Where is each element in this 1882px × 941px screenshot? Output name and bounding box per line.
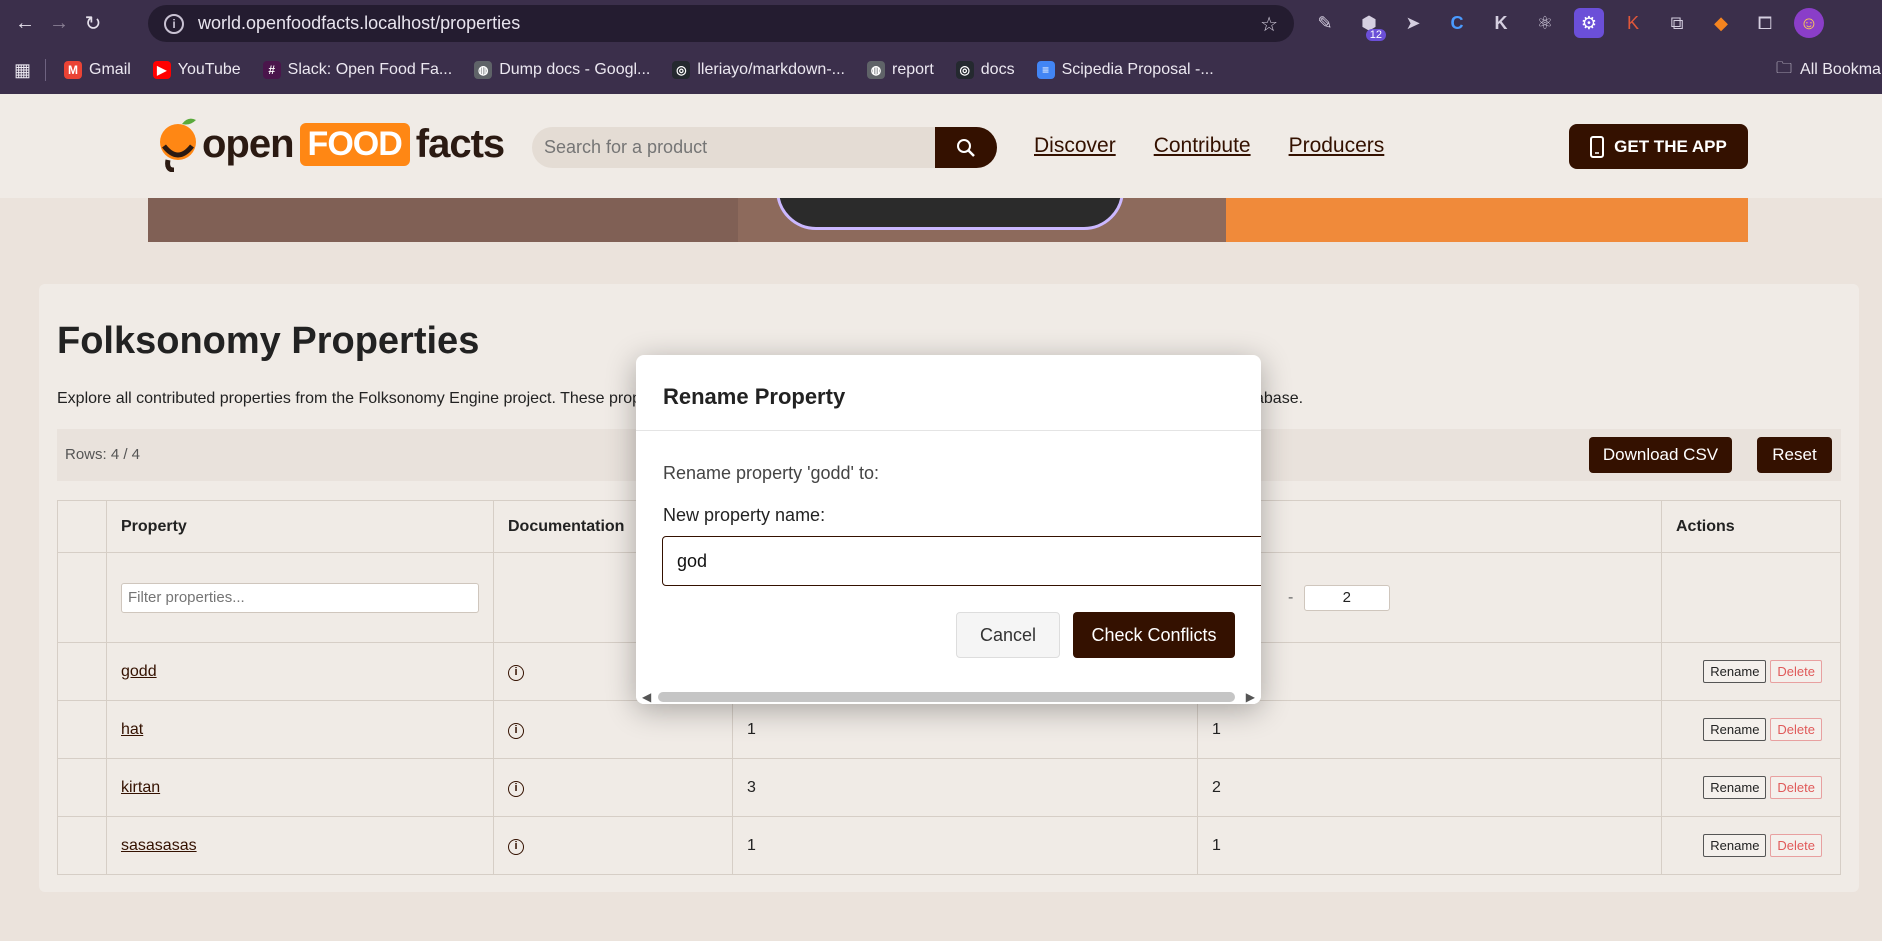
- back-arrow-icon[interactable]: ←: [8, 6, 42, 40]
- all-bookmarks-label: All Bookmarks: [1800, 61, 1882, 78]
- puzzle-extensions-icon[interactable]: ⧠: [1750, 8, 1780, 38]
- profile-avatar-icon[interactable]: ☺: [1794, 8, 1824, 38]
- gear-extension-icon[interactable]: ⚙: [1574, 8, 1604, 38]
- bookmark-favicon-icon: ◍: [866, 61, 885, 79]
- forward-arrow-icon[interactable]: →: [42, 6, 76, 40]
- scroll-left-icon[interactable]: ◀: [642, 690, 651, 704]
- all-bookmarks[interactable]: 🗀 All Bookmarks: [1776, 57, 1882, 84]
- bookmark-list: M Gmail ▶ YouTube # Slack: Open Food Fa... ◍ Du…: [64, 61, 1236, 79]
- bookmark-label: docs: [980, 61, 1015, 78]
- c-extension-icon[interactable]: C: [1442, 8, 1472, 38]
- bookmark-star-icon[interactable]: ☆: [1260, 12, 1278, 37]
- folder-icon: 🗀: [1776, 59, 1793, 77]
- bookmark-favicon-icon: ≡: [1036, 61, 1055, 79]
- bookmark-item[interactable]: ◍ Dump docs - Googl...: [474, 61, 650, 79]
- k-extension-icon[interactable]: K: [1486, 8, 1516, 38]
- browser-toolbar: ← → ↻ i world.openfoodfacts.localhost/pr…: [0, 0, 1882, 46]
- eyedropper-extension-icon[interactable]: ✎: [1310, 8, 1340, 38]
- site-info-icon[interactable]: i: [164, 13, 184, 34]
- k-red-extension-icon[interactable]: K: [1618, 8, 1648, 38]
- extensions-bar: ✎ ⬢ 12 ➤ C K ⚛ ⚙ K ⧉ ◆ ⧠ ☺: [1310, 8, 1824, 41]
- bookmark-favicon-icon: ◎: [955, 61, 974, 79]
- bookmark-favicon-icon: ◎: [672, 61, 691, 79]
- dialog-divider: [636, 430, 1261, 431]
- address-url: world.openfoodfacts.localhost/properties: [198, 13, 521, 33]
- bookmarks-bar: ▦ M Gmail ▶ YouTube # Slack: Open Food Fa... ◍…: [0, 46, 1882, 94]
- bookmark-label: Scipedia Proposal -...: [1061, 61, 1214, 78]
- bookmark-favicon-icon: M: [64, 61, 83, 79]
- bookmark-label: Dump docs - Googl...: [499, 61, 651, 78]
- bookmark-item[interactable]: ≡ Scipedia Proposal -...: [1036, 61, 1214, 79]
- apps-grid-icon[interactable]: ▦: [14, 60, 31, 81]
- bookmark-label: lleriayo/markdown-...: [697, 61, 845, 78]
- react-extension-icon[interactable]: ⚛: [1530, 8, 1560, 38]
- check-conflicts-button[interactable]: Check Conflicts: [1073, 612, 1235, 658]
- dialog-prompt: Rename property 'godd' to:: [663, 463, 879, 483]
- bookmark-item[interactable]: # Slack: Open Food Fa...: [262, 61, 453, 79]
- bookmark-item[interactable]: ◎ docs: [955, 61, 1015, 79]
- reload-icon[interactable]: ↻: [76, 6, 110, 40]
- bookmarks-divider: [45, 59, 47, 81]
- bookmark-item[interactable]: M Gmail: [64, 61, 131, 79]
- bookmark-item[interactable]: ◎ lleriayo/markdown-...: [672, 61, 845, 79]
- bookmark-item[interactable]: ◍ report: [866, 61, 934, 79]
- bookmark-label: Gmail: [89, 61, 131, 78]
- bookmark-favicon-icon: ▶: [152, 61, 171, 79]
- bookmark-favicon-icon: ◍: [474, 61, 493, 79]
- send-extension-icon[interactable]: ➤: [1398, 8, 1428, 38]
- extension-badge: 12: [1365, 29, 1386, 41]
- fox-extension-icon[interactable]: ◆: [1706, 8, 1736, 38]
- new-name-label: New property name:: [663, 505, 826, 525]
- scrollbar-thumb[interactable]: [658, 692, 1235, 702]
- address-bar[interactable]: i world.openfoodfacts.localhost/properti…: [148, 5, 1294, 42]
- cancel-button[interactable]: Cancel: [956, 612, 1060, 658]
- new-property-name-input[interactable]: [662, 536, 1261, 586]
- bookmark-label: report: [891, 61, 934, 78]
- bookmark-favicon-icon: #: [262, 61, 281, 79]
- scroll-right-icon[interactable]: ▶: [1246, 690, 1255, 704]
- bookmark-label: Slack: Open Food Fa...: [287, 61, 453, 78]
- hex-extension-icon[interactable]: ⬢ 12: [1354, 8, 1386, 41]
- rename-property-dialog: Rename Property Rename property 'godd' t…: [636, 355, 1261, 704]
- bookmark-label: YouTube: [177, 61, 241, 78]
- dialog-title: Rename Property: [663, 384, 846, 409]
- dialog-horizontal-scrollbar[interactable]: ◀ ▶: [636, 688, 1261, 704]
- external-link-icon[interactable]: ⧉: [1662, 8, 1692, 38]
- bookmark-item[interactable]: ▶ YouTube: [152, 61, 241, 79]
